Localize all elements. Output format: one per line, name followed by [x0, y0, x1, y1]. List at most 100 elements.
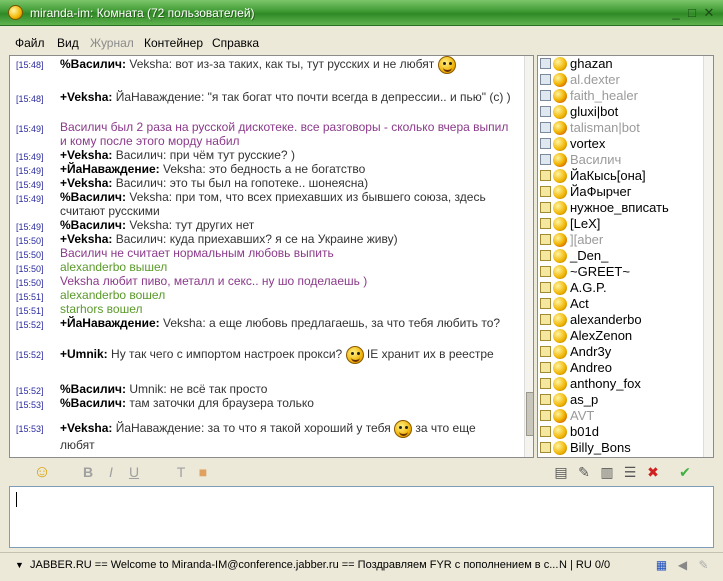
- user-list-item[interactable]: al.dexter: [540, 72, 702, 88]
- user-list-item[interactable]: ][aber: [540, 232, 702, 248]
- status-icon: [553, 392, 567, 407]
- minimize-icon[interactable]: _: [669, 6, 683, 20]
- send-icon[interactable]: ✔: [676, 463, 694, 481]
- message-body: +Veksha: Василич: куда приехавших? я се …: [60, 232, 512, 246]
- italic-icon[interactable]: I: [102, 463, 120, 481]
- user-list-item[interactable]: gluxi|bot: [540, 104, 702, 120]
- user-list-item[interactable]: faith_healer: [540, 88, 702, 104]
- sound-icon[interactable]: ◀: [675, 558, 690, 573]
- smiley-emoticon-icon: [437, 56, 456, 74]
- user-list-item[interactable]: as_p: [540, 392, 702, 408]
- message-nick[interactable]: +Veksha:: [60, 232, 112, 246]
- user-list-item[interactable]: alexanderbo: [540, 312, 702, 328]
- bold-icon[interactable]: B: [79, 463, 97, 481]
- chat-message: [15:49] Василич был 2 раза на русской дис…: [16, 120, 516, 148]
- user-list-item[interactable]: Andr3y: [540, 344, 702, 360]
- user-list-item[interactable]: ~GREET~: [540, 264, 702, 280]
- message-nick[interactable]: %Василич:: [60, 190, 126, 204]
- message-nick[interactable]: +Veksha:: [60, 148, 112, 162]
- user-list-item[interactable]: [LeX]: [540, 216, 702, 232]
- message-text-continued: IE хранит их в реестре: [366, 347, 494, 362]
- user-name: faith_healer: [570, 88, 638, 103]
- text-color-icon[interactable]: T: [172, 463, 190, 481]
- underline-icon[interactable]: U: [125, 463, 143, 481]
- filter-icon[interactable]: ✎: [575, 463, 593, 481]
- user-list-item[interactable]: Василич: [540, 152, 702, 168]
- title-bar[interactable]: miranda-im: Комната (72 пользователей) _…: [0, 0, 723, 26]
- close-icon[interactable]: ✖: [644, 463, 662, 481]
- user-list-item[interactable]: AVT: [540, 408, 702, 424]
- status-icon: [553, 168, 567, 183]
- chat-message: [15:48] %Василич: Veksha: вот из-за таких…: [16, 56, 516, 74]
- user-list-item[interactable]: talisman|bot: [540, 120, 702, 136]
- status-icon: [553, 104, 567, 119]
- user-list-item[interactable]: A.G.P.: [540, 280, 702, 296]
- message-nick[interactable]: +Veksha:: [60, 176, 112, 190]
- message-nick[interactable]: +Veksha:: [60, 421, 112, 435]
- user-list-item[interactable]: AlexZenon: [540, 328, 702, 344]
- chat-scroll-thumb[interactable]: [526, 392, 533, 436]
- user-list-item[interactable]: vortex: [540, 136, 702, 152]
- message-nick[interactable]: %Василич:: [60, 218, 126, 232]
- message-body: %Василич: Veksha: при том, что всех прие…: [60, 190, 512, 218]
- status-icon: [553, 296, 567, 311]
- user-list-item[interactable]: Billy_Bons: [540, 440, 702, 456]
- typing-icon[interactable]: ✎: [696, 558, 711, 573]
- window-title: miranda-im: Комната (72 пользователей): [30, 6, 255, 20]
- menu-item[interactable]: Файл: [15, 36, 45, 50]
- user-list[interactable]: ghazan al.dexter faith_healer gluxi|bot tali…: [537, 55, 714, 458]
- status-icon: [553, 200, 567, 215]
- user-list-item[interactable]: Act: [540, 296, 702, 312]
- smiley-icon[interactable]: ☺: [33, 463, 51, 481]
- message-input[interactable]: [9, 486, 714, 548]
- history-icon[interactable]: ▤: [552, 463, 570, 481]
- message-nick[interactable]: +Umnik:: [60, 347, 108, 361]
- chat-scrollbar[interactable]: [524, 56, 533, 457]
- message-nick[interactable]: %Василич:: [60, 57, 126, 71]
- user-list-scrollbar[interactable]: [703, 56, 713, 457]
- menu-item[interactable]: Контейнер: [144, 36, 203, 50]
- user-list-item[interactable]: ЙаКысь[она]: [540, 168, 702, 184]
- close-window-icon[interactable]: ✕: [702, 6, 716, 20]
- status-mode[interactable]: N | RU 0/0: [559, 559, 610, 571]
- message-text: там заточки для браузера только: [129, 396, 314, 410]
- topic-icon[interactable]: ▥: [598, 463, 616, 481]
- user-name: Andr3y: [570, 344, 612, 359]
- chat-message: [15:49] %Василич: Veksha: при том, что вс…: [16, 190, 516, 218]
- user-name: AVT: [570, 408, 595, 423]
- chat-message: [15:48] +Veksha: ЙаНаваждение: "я так бог…: [16, 90, 516, 106]
- user-list-item[interactable]: anthony_fox: [540, 376, 702, 392]
- user-list-item[interactable]: _Den_: [540, 248, 702, 264]
- voice-icon: [540, 314, 551, 326]
- user-name: Billy_Bons: [570, 440, 631, 455]
- bg-color-icon[interactable]: ■: [194, 463, 212, 481]
- menu-item[interactable]: Журнал: [90, 36, 134, 50]
- message-nick[interactable]: +Veksha:: [60, 90, 112, 104]
- voice-icon: [540, 218, 551, 230]
- menu-item[interactable]: Вид: [57, 36, 79, 50]
- user-list-item[interactable]: b01d: [540, 424, 702, 440]
- miranda-icon[interactable]: [8, 5, 23, 20]
- message-nick[interactable]: +ЙаНаваждение:: [60, 162, 160, 176]
- user-list-item[interactable]: нужное_вписать: [540, 200, 702, 216]
- message-timestamp: [15:48]: [16, 60, 44, 70]
- multichat-icon[interactable]: ▦: [654, 558, 669, 573]
- status-icon: [553, 264, 567, 279]
- voice-icon: [540, 170, 551, 182]
- user-list-item[interactable]: Andreo: [540, 360, 702, 376]
- user-list-item[interactable]: ЙаФырчег: [540, 184, 702, 200]
- message-nick[interactable]: %Василич:: [60, 396, 126, 410]
- dropdown-arrow-icon[interactable]: ▼: [15, 560, 24, 570]
- user-name: al.dexter: [570, 72, 620, 87]
- message-nick[interactable]: %Василич:: [60, 382, 126, 396]
- user-list-item[interactable]: ghazan: [540, 56, 702, 72]
- voice-icon: [540, 202, 551, 214]
- nicklist-icon[interactable]: ☰: [621, 463, 639, 481]
- menu-item[interactable]: Справка: [212, 36, 259, 50]
- message-body: Василич не считает нормальным любовь вып…: [60, 246, 512, 260]
- user-name: ghazan: [570, 56, 613, 71]
- chat-log[interactable]: [15:48] %Василич: Veksha: вот из-за таких…: [9, 55, 534, 458]
- message-nick[interactable]: +ЙаНаваждение:: [60, 316, 160, 330]
- maximize-icon[interactable]: □: [685, 6, 699, 20]
- voice-icon: [540, 298, 551, 310]
